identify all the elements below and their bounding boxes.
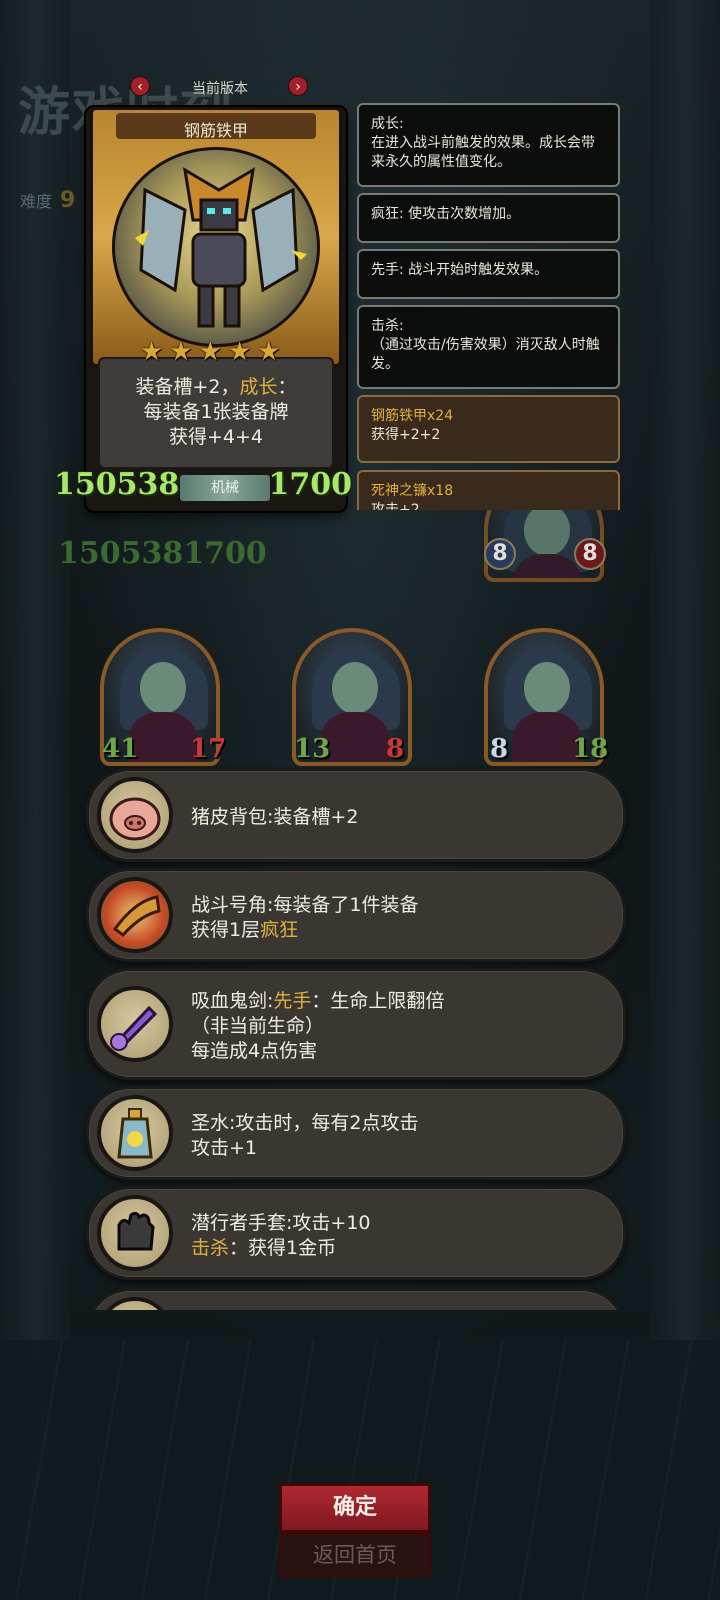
tooltip-stack-scythe: 死神之镰x18 攻击+2 — [357, 470, 620, 510]
card-attack: 1700 — [268, 467, 353, 502]
card-description: 装备槽+2，成长： 每装备1张装备牌 获得+4+4 — [100, 375, 332, 450]
portrait-1-hp: 41 — [102, 734, 139, 764]
item-partial[interactable] — [86, 1288, 626, 1310]
item-war-horn[interactable]: 战斗号角:每装备了1件装备 获得1层疯狂 — [86, 868, 626, 962]
difficulty-value: 9 — [60, 188, 76, 213]
portrait-body — [320, 712, 390, 762]
item-text: 圣水:攻击时，每有2点攻击 攻击+1 — [191, 1111, 603, 1161]
star-rating: ★ ★ ★ ★ ★ — [140, 339, 281, 365]
tooltip-kill: 击杀: （通过攻击/伤害效果）消灭敌人时触发。 — [357, 305, 620, 389]
equipment-card[interactable]: 钢筋铁甲 ★ ★ ★ ★ ★ 装备槽+2，成长： 每装备1张装备牌 获得+4+4… — [54, 107, 352, 511]
confirm-button[interactable]: 确定 — [279, 1483, 431, 1533]
item-holy-water[interactable]: 圣水:攻击时，每有2点攻击 攻击+1 — [86, 1086, 626, 1180]
star-icon: ★ — [198, 337, 222, 367]
item-line-2: 攻击+1 — [191, 1137, 258, 1159]
card-name: 钢筋铁甲 — [183, 121, 248, 140]
star-icon: ★ — [227, 337, 252, 367]
keyword-frenzy[interactable]: 疯狂 — [260, 919, 298, 941]
tooltip-body: （通过攻击/伤害效果）消灭敌人时触发。 — [371, 337, 600, 372]
star-icon: ★ — [140, 337, 164, 367]
vampire-sword-icon — [97, 986, 173, 1062]
portrait-1-attack: 17 — [190, 734, 227, 764]
tooltip-title: 先手: — [371, 262, 404, 278]
star-icon: ★ — [169, 337, 193, 367]
item-rogue-gloves[interactable]: 潜行者手套:攻击+10 击杀：获得1金币 — [86, 1186, 626, 1280]
portrait-face — [332, 662, 378, 714]
keyword-growth[interactable]: 成长 — [239, 376, 277, 398]
tooltip-body: 战斗开始时触发效果。 — [408, 262, 549, 278]
tooltip-title: 钢筋铁甲x24 — [371, 408, 454, 424]
card-type: 机械 — [180, 475, 270, 501]
tooltip-frenzy: 疯狂: 使攻击次数增加。 — [357, 193, 620, 243]
defense-badge: 8 — [484, 538, 516, 570]
portrait-face — [524, 504, 570, 556]
item-list-clip — [86, 1288, 626, 1310]
item-text: 潜行者手套:攻击+10 击杀：获得1金币 — [191, 1211, 603, 1261]
rogue-gloves-icon — [97, 1195, 173, 1271]
pig-backpack-icon — [97, 777, 173, 853]
ghost-stats: 1505381700 — [58, 536, 267, 571]
tooltip-title: 击杀: — [371, 318, 404, 334]
difficulty: 难度 9 — [20, 188, 75, 213]
item-line-1: 战斗号角:每装备了1件装备 — [191, 894, 419, 916]
item-pig-backpack[interactable]: 猪皮背包:装备槽+2 — [86, 768, 626, 862]
item-line-1-rest: ：生命上限翻倍 — [311, 990, 445, 1012]
attack-badge: 8 — [574, 538, 606, 570]
tooltip-body: 使攻击次数增加。 — [408, 206, 521, 222]
tooltip-clip: 死神之镰x18 攻击+2 — [357, 470, 620, 510]
desc-line-3: 获得+4+4 — [168, 426, 264, 448]
portrait-body — [128, 712, 198, 762]
chevron-right-icon[interactable]: › — [288, 76, 308, 96]
tooltip-body: 获得+2+2 — [371, 427, 441, 443]
card-hp: 150538 — [54, 467, 180, 502]
desc-line-2: 每装备1张装备牌 — [143, 401, 289, 423]
tooltip-title: 死神之镰x18 — [371, 483, 454, 499]
desc-text: ： — [277, 376, 297, 398]
mech-robot-icon — [112, 147, 320, 347]
portrait-face — [524, 662, 570, 714]
item-text: 战斗号角:每装备了1件装备 获得1层疯狂 — [191, 893, 603, 943]
item-line-1: 潜行者手套:攻击+10 — [191, 1212, 371, 1234]
difficulty-label: 难度 — [20, 192, 53, 211]
item-text: 吸血鬼剑:先手：生命上限翻倍 （非当前生命） 每造成4点伤害 — [191, 989, 603, 1064]
version-selector: ‹ 当前版本 › — [130, 76, 310, 98]
tooltip-stack-armor: 钢筋铁甲x24 获得+2+2 — [357, 395, 620, 463]
portrait-face — [140, 662, 186, 714]
item-line-1: 圣水:攻击时，每有2点攻击 — [191, 1112, 419, 1134]
item-line-3: 每造成4点伤害 — [191, 1040, 318, 1062]
back-home-button[interactable]: 返回首页 — [279, 1533, 431, 1577]
item-line-2: 获得1层 — [191, 919, 261, 941]
war-horn-icon — [97, 877, 173, 953]
portrait-2-attack: 8 — [386, 734, 405, 764]
tooltip-growth: 成长: 在进入战斗前触发的效果。成长会带来永久的属性值变化。 — [357, 103, 620, 187]
item-vampire-sword[interactable]: 吸血鬼剑:先手：生命上限翻倍 （非当前生命） 每造成4点伤害 — [86, 968, 626, 1080]
version-label: 当前版本 — [192, 81, 248, 97]
keyword-kill[interactable]: 击杀 — [191, 1237, 229, 1259]
item-line-1: 吸血鬼剑: — [191, 990, 274, 1012]
star-icon: ★ — [257, 337, 281, 367]
tooltip-title: 疯狂: — [371, 206, 404, 222]
tooltip-first-strike: 先手: 战斗开始时触发效果。 — [357, 249, 620, 299]
portrait-3-hp: 8 — [490, 734, 509, 764]
portrait-3-attack: 18 — [572, 734, 609, 764]
item-line-2: （非当前生命） — [191, 1015, 325, 1037]
desc-text: 装备槽+2， — [135, 376, 240, 398]
holy-water-icon — [97, 1095, 173, 1171]
tooltip-body: 攻击+2 — [371, 502, 420, 510]
portrait-2-hp: 13 — [294, 734, 331, 764]
tooltip-body: 在进入战斗前触发的效果。成长会带来永久的属性值变化。 — [371, 135, 595, 170]
keyword-first-strike[interactable]: 先手 — [273, 990, 311, 1012]
item-line-2: ：获得1金币 — [229, 1237, 337, 1259]
item-text: 猪皮背包:装备槽+2 — [191, 806, 359, 828]
item-icon — [97, 1297, 173, 1310]
tooltip-title: 成长: — [371, 116, 404, 132]
